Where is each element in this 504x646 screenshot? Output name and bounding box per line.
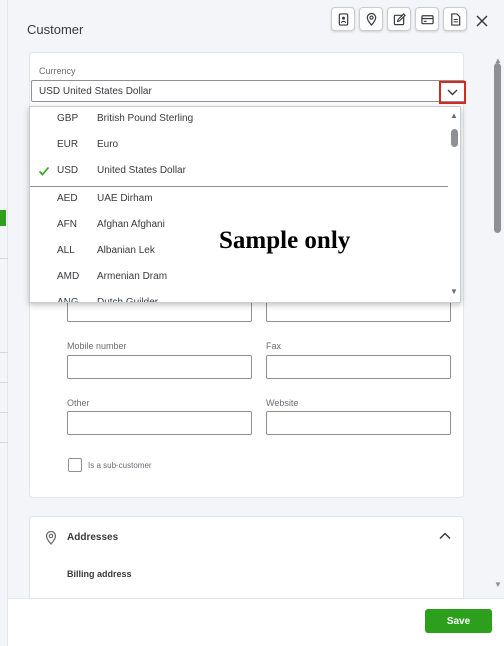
currency-option-code: ALL <box>57 245 75 256</box>
currency-option-code: GBP <box>57 113 79 124</box>
currency-option-name: UAE Dirham <box>97 193 153 204</box>
edit-button[interactable] <box>387 7 411 31</box>
panel-footer: Save <box>8 598 504 646</box>
panel-title: Customer <box>27 22 84 37</box>
currency-option-code: AMD <box>57 271 80 282</box>
currency-option-code: EUR <box>57 139 79 150</box>
website-field[interactable] <box>266 411 451 435</box>
background-divider <box>0 258 8 259</box>
background-page-strip <box>0 0 8 646</box>
list-scroll-down-icon[interactable]: ▼ <box>450 287 458 296</box>
currency-selected-value: USD United States Dollar <box>39 86 152 97</box>
customer-panel-screen: Customer ▲ ▼ Currency USD United States … <box>0 0 504 646</box>
mobile-field[interactable] <box>67 355 252 379</box>
background-divider <box>0 382 8 383</box>
mobile-label: Mobile number <box>67 341 127 351</box>
currency-option-name: Armenian Dram <box>97 271 168 282</box>
location-button[interactable] <box>359 7 383 31</box>
close-icon <box>476 15 488 27</box>
currency-list-separator <box>30 186 448 187</box>
website-label: Website <box>266 398 299 408</box>
chevron-up-icon[interactable] <box>438 529 452 543</box>
background-active-marker <box>0 210 6 226</box>
currency-dropdown-list: GBP British Pound Sterling EUR Euro USD Unite… <box>29 106 461 303</box>
currency-option-code: ANG <box>57 297 79 303</box>
subcustomer-option[interactable]: Is a sub-customer <box>68 458 152 472</box>
background-divider <box>0 352 8 353</box>
edit-icon <box>393 12 406 25</box>
currency-option-name: United States Dollar <box>97 165 186 176</box>
location-pin-icon <box>366 12 376 26</box>
location-pin-icon <box>45 531 57 545</box>
currency-option[interactable]: ANG Dutch Guilder <box>30 291 448 303</box>
currency-option[interactable]: AMD Armenian Dram <box>30 265 448 291</box>
save-button[interactable]: Save <box>425 609 492 633</box>
list-scroll-up-icon[interactable]: ▲ <box>450 111 458 120</box>
subcustomer-checkbox[interactable] <box>68 458 82 472</box>
currency-option-name: Euro <box>97 139 119 150</box>
document-button[interactable] <box>443 7 467 31</box>
sample-watermark: Sample only <box>219 227 351 254</box>
currency-option[interactable]: USD United States Dollar <box>30 159 448 185</box>
contact-card-button[interactable] <box>331 7 355 31</box>
currency-option-name: Albanian Lek <box>97 245 155 256</box>
close-button[interactable] <box>473 12 491 30</box>
currency-option-name: Afghan Afghani <box>97 219 165 230</box>
list-scroll-thumb[interactable] <box>451 129 458 147</box>
background-divider <box>0 442 8 443</box>
other-field[interactable] <box>67 411 252 435</box>
currency-option-code: AFN <box>57 219 77 230</box>
checkmark-icon <box>38 166 50 176</box>
billing-address-label: Billing address <box>67 569 132 579</box>
document-icon <box>450 12 460 26</box>
panel-scroll-thumb[interactable] <box>494 63 501 233</box>
currency-option-code: AED <box>57 193 78 204</box>
currency-option[interactable]: AED UAE Dirham <box>30 187 448 213</box>
currency-option-code: USD <box>57 165 79 176</box>
fax-label: Fax <box>266 341 282 351</box>
payment-card-button[interactable] <box>415 7 439 31</box>
customer-drawer: Customer ▲ ▼ Currency USD United States … <box>8 0 504 646</box>
currency-option-name: British Pound Sterling <box>97 113 194 124</box>
currency-label: Currency <box>39 66 76 76</box>
currency-option[interactable]: EUR Euro <box>30 133 448 159</box>
addresses-title: Addresses <box>67 532 119 543</box>
currency-list-scrollbar[interactable]: ▲ ▼ <box>448 107 460 302</box>
other-label: Other <box>67 398 90 408</box>
currency-dropdown-toggle[interactable] <box>439 81 466 104</box>
currency-option-name: Dutch Guilder <box>97 297 159 303</box>
scroll-down-arrow-icon[interactable]: ▼ <box>494 580 502 589</box>
payment-card-icon <box>420 14 434 24</box>
currency-select[interactable]: USD United States Dollar <box>31 80 466 104</box>
panel-toolbar <box>331 7 467 31</box>
contact-card-icon <box>338 12 348 26</box>
panel-scrollbar[interactable]: ▲ ▼ <box>492 56 504 596</box>
background-divider <box>0 412 8 413</box>
subcustomer-label: Is a sub-customer <box>88 460 152 470</box>
fax-field[interactable] <box>266 355 451 379</box>
chevron-down-icon <box>447 89 458 96</box>
currency-option[interactable]: GBP British Pound Sterling <box>30 107 448 133</box>
